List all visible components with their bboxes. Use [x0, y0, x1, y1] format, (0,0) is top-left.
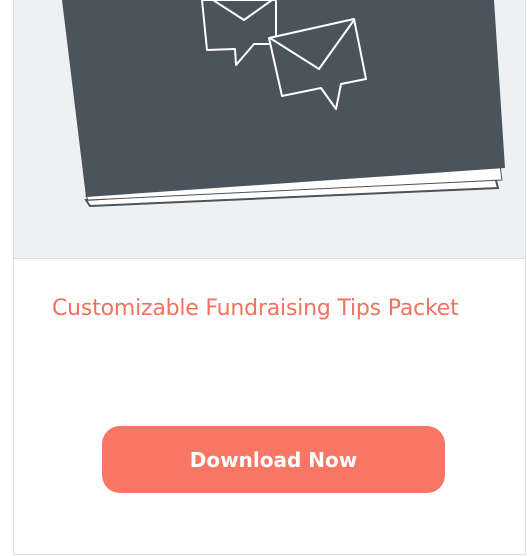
- booklet-illustration: [62, 0, 505, 208]
- resource-card: Customizable Fundraising Tips Packet Dow…: [13, 0, 526, 555]
- resource-preview-image: [14, 0, 525, 259]
- download-now-button[interactable]: Download Now: [102, 426, 445, 493]
- booklet-icon: [62, 0, 505, 197]
- resource-title[interactable]: Customizable Fundraising Tips Packet: [52, 285, 492, 333]
